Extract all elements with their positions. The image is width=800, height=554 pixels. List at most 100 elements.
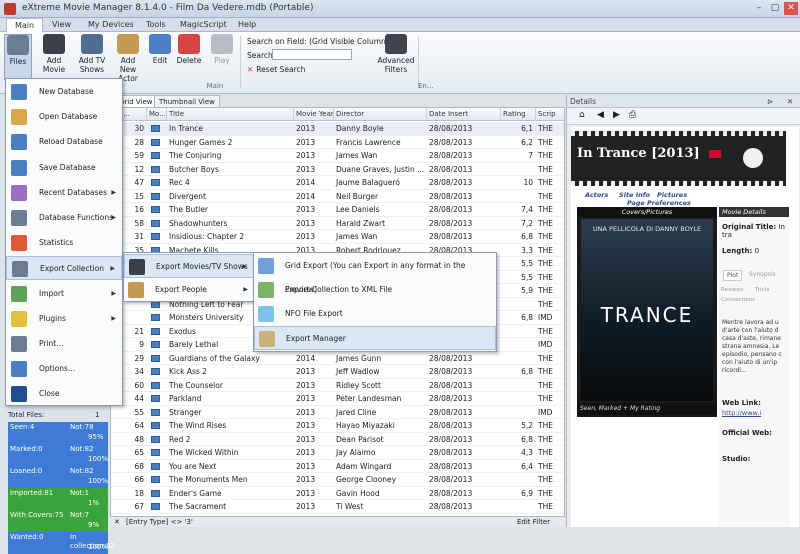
menu-export-movies-tv-shows[interactable]: Export Movies/TV Shows ▶ bbox=[124, 254, 254, 278]
filter-expression[interactable]: [Entry Type] <> '3' bbox=[126, 518, 193, 526]
table-cell: THE bbox=[538, 151, 553, 160]
pin-icon[interactable]: ⊳ bbox=[767, 95, 773, 108]
column-header[interactable]: Date Insert bbox=[427, 108, 501, 121]
home-icon[interactable]: ⌂ bbox=[579, 110, 585, 120]
close-panel-icon[interactable]: ✕ bbox=[787, 95, 793, 108]
total-files-label: Total Files: bbox=[8, 411, 45, 419]
recent-db-icon bbox=[11, 184, 27, 201]
forward-arrow-icon[interactable]: ▶ bbox=[613, 110, 620, 120]
menu-export-collection[interactable]: Export Collection ▶ bbox=[6, 256, 122, 281]
files-button[interactable]: Files bbox=[4, 34, 32, 80]
play-button[interactable]: Play bbox=[208, 34, 236, 80]
link-page-preferences[interactable]: Page Preferences bbox=[627, 199, 691, 207]
table-row[interactable]: 58 Shadowhunters 2013 Harald Zwart 28/08/201… bbox=[111, 217, 564, 230]
tab-connections[interactable]: Connections bbox=[721, 297, 755, 303]
advanced-filters-button[interactable]: Advanced Filters bbox=[376, 34, 416, 80]
tab-help[interactable]: Help bbox=[230, 18, 264, 32]
table-cell: 6,2 bbox=[521, 137, 533, 147]
table-cell: THE bbox=[538, 488, 553, 498]
menu-recent-db[interactable]: Recent Databases ▶ bbox=[6, 181, 122, 205]
table-row[interactable]: 66 The Monuments Men 2013 George Clooney 28/… bbox=[111, 473, 564, 487]
menu-nfo-export[interactable]: NFO File Export bbox=[254, 302, 496, 326]
minimize-button[interactable]: – bbox=[752, 2, 766, 15]
column-header[interactable]: Mo... bbox=[147, 108, 167, 121]
movie-icon bbox=[151, 395, 160, 402]
menu-statistics[interactable]: Statistics bbox=[6, 231, 122, 255]
menu-new-db[interactable]: New Database bbox=[6, 80, 122, 104]
add-new-actor-button[interactable]: Add New Actor bbox=[112, 34, 144, 83]
edit-button[interactable]: Edit bbox=[148, 34, 172, 80]
restore-button[interactable]: ▢ bbox=[768, 2, 782, 15]
tab-main[interactable]: Main bbox=[6, 18, 44, 32]
reset-search-button[interactable]: ✕ Reset Search bbox=[247, 65, 305, 74]
poster-box: Covers/Pictures UNA PELLICOLA DI DANNY B… bbox=[577, 207, 717, 417]
table-row[interactable]: 48 Red 2 2013 Dean Parisot 28/08/2013 6,8 THE bbox=[111, 433, 564, 446]
search-field-dropdown[interactable]: Search on Field: (Grid Visible Columns) bbox=[247, 37, 393, 46]
menu-save-db[interactable]: Save Database bbox=[6, 156, 122, 180]
table-row[interactable]: 12 Butcher Boys 2013 Duane Graves, Justin .… bbox=[111, 163, 564, 176]
menu-print[interactable]: Print... bbox=[6, 332, 122, 356]
menu-export-xml[interactable]: Export Collection to XML File bbox=[254, 278, 496, 302]
menu-export-manager[interactable]: Export Manager bbox=[254, 326, 496, 350]
column-header[interactable]: Movie Year bbox=[294, 108, 334, 121]
table-row[interactable]: 64 The Wind Rises 2013 Hayao Miyazaki 28/08/… bbox=[111, 419, 564, 433]
link-pictures[interactable]: Pictures bbox=[657, 191, 687, 199]
close-filter-icon[interactable]: ✕ bbox=[114, 518, 120, 526]
add-tv-shows-button[interactable]: Add TV Shows bbox=[76, 34, 108, 80]
poster-image[interactable]: UNA PELLICOLA DI DANNY BOYLE TRANCE bbox=[581, 219, 713, 401]
column-header[interactable]: Title bbox=[167, 108, 294, 121]
table-row[interactable]: 29 Guardians of the Galaxy 2014 James Gunn 2… bbox=[111, 352, 564, 365]
tab-trivia[interactable]: Trivia bbox=[755, 287, 770, 293]
table-row[interactable]: 18 Ender's Game 2013 Gavin Hood 28/08/2013 6,… bbox=[111, 487, 564, 500]
menu-grid-export[interactable]: Grid Export (You can Export in any forma… bbox=[254, 254, 496, 294]
tab-view[interactable]: View bbox=[44, 18, 79, 32]
add-movie-button[interactable]: Add Movie bbox=[36, 34, 72, 80]
movie-icon bbox=[151, 152, 160, 159]
table-row[interactable]: 68 You are Next 2013 Adam Wingard 28/08/2013… bbox=[111, 460, 564, 473]
search-input[interactable] bbox=[272, 49, 352, 60]
actor-icon bbox=[117, 34, 139, 54]
menu-close[interactable]: Close bbox=[6, 382, 122, 406]
table-row[interactable]: 47 Rec 4 2014 Jaume Balagueró 28/08/2013 10 TH… bbox=[111, 176, 564, 190]
table-row[interactable]: 28 Hunger Games 2 2013 Francis Lawrence 28/0… bbox=[111, 136, 564, 149]
link-site-info[interactable]: Site Info bbox=[619, 191, 650, 199]
table-row[interactable]: 55 Stranger 2013 Jared Cline 28/08/2013 IMD bbox=[111, 406, 564, 419]
tab-reviews[interactable]: Reviews bbox=[721, 287, 744, 293]
table-cell: Ridley Scott bbox=[336, 380, 381, 390]
edit-filter-button[interactable]: Edit Filter bbox=[517, 518, 550, 526]
close-window-button[interactable]: ✕ bbox=[784, 2, 798, 15]
print-icon[interactable]: ⎙ bbox=[629, 110, 636, 120]
table-row[interactable]: 65 The Wicked Within 2013 Jay Alaimo 28/08/2… bbox=[111, 446, 564, 460]
table-row[interactable]: 59 The Conjuring 2013 James Wan 28/08/2013 7 T… bbox=[111, 149, 564, 163]
table-row[interactable]: 34 Kick Ass 2 2013 Jeff Wadlow 28/08/2013 6,8… bbox=[111, 365, 564, 379]
table-row[interactable]: 44 Parkland 2013 Peter Landesman 28/08/2013 T… bbox=[111, 392, 564, 406]
tab-synopsis[interactable]: Synopsis bbox=[749, 271, 776, 278]
tab-plot[interactable]: Plot bbox=[723, 270, 743, 281]
files-icon bbox=[7, 35, 29, 55]
web-link[interactable]: http://www.i bbox=[722, 409, 761, 417]
menu-import[interactable]: Import ▶ bbox=[6, 282, 122, 306]
column-header[interactable]: Scrip bbox=[536, 108, 564, 121]
table-row[interactable]: 30 In Trance 2013 Danny Boyle 28/08/2013 6,1 T… bbox=[111, 122, 564, 136]
tab-my-devices[interactable]: My Devices bbox=[80, 18, 142, 32]
menu-reload-db[interactable]: Reload Database bbox=[6, 130, 122, 154]
table-row[interactable]: 16 The Butler 2013 Lee Daniels 28/08/2013 7,4… bbox=[111, 203, 564, 217]
menu-db-functions[interactable]: Database Functions ▶ bbox=[6, 206, 122, 230]
menu-options[interactable]: Options... bbox=[6, 357, 122, 381]
column-header[interactable]: Director bbox=[334, 108, 427, 121]
back-arrow-icon[interactable]: ◀ bbox=[597, 110, 604, 120]
link-actors[interactable]: Actors bbox=[585, 191, 608, 199]
table-cell: Insidious: Chapter 2 bbox=[169, 232, 245, 241]
table-row[interactable]: 15 Divergent 2014 Neil Burger 28/08/2013 THE bbox=[111, 190, 564, 203]
tab-tools[interactable]: Tools bbox=[138, 18, 174, 32]
tab-thumbnail-view[interactable]: Thumbnail View bbox=[154, 95, 220, 107]
menu-export-people[interactable]: Export People ▶ bbox=[124, 278, 254, 302]
column-header[interactable]: Rating bbox=[501, 108, 536, 121]
table-row[interactable]: 67 The Sacrament 2013 Ti West 28/08/2013 THE bbox=[111, 500, 564, 514]
table-row[interactable]: 31 Insidious: Chapter 2 2013 James Wan 28/08… bbox=[111, 230, 564, 244]
menu-open-db[interactable]: Open Database bbox=[6, 105, 122, 129]
tab-magicscript[interactable]: MagicScript bbox=[172, 18, 235, 32]
menu-plugins[interactable]: Plugins ▶ bbox=[6, 307, 122, 331]
table-row[interactable]: 60 The Counselor 2013 Ridley Scott 28/08/201… bbox=[111, 379, 564, 392]
delete-button[interactable]: Delete bbox=[176, 34, 202, 80]
